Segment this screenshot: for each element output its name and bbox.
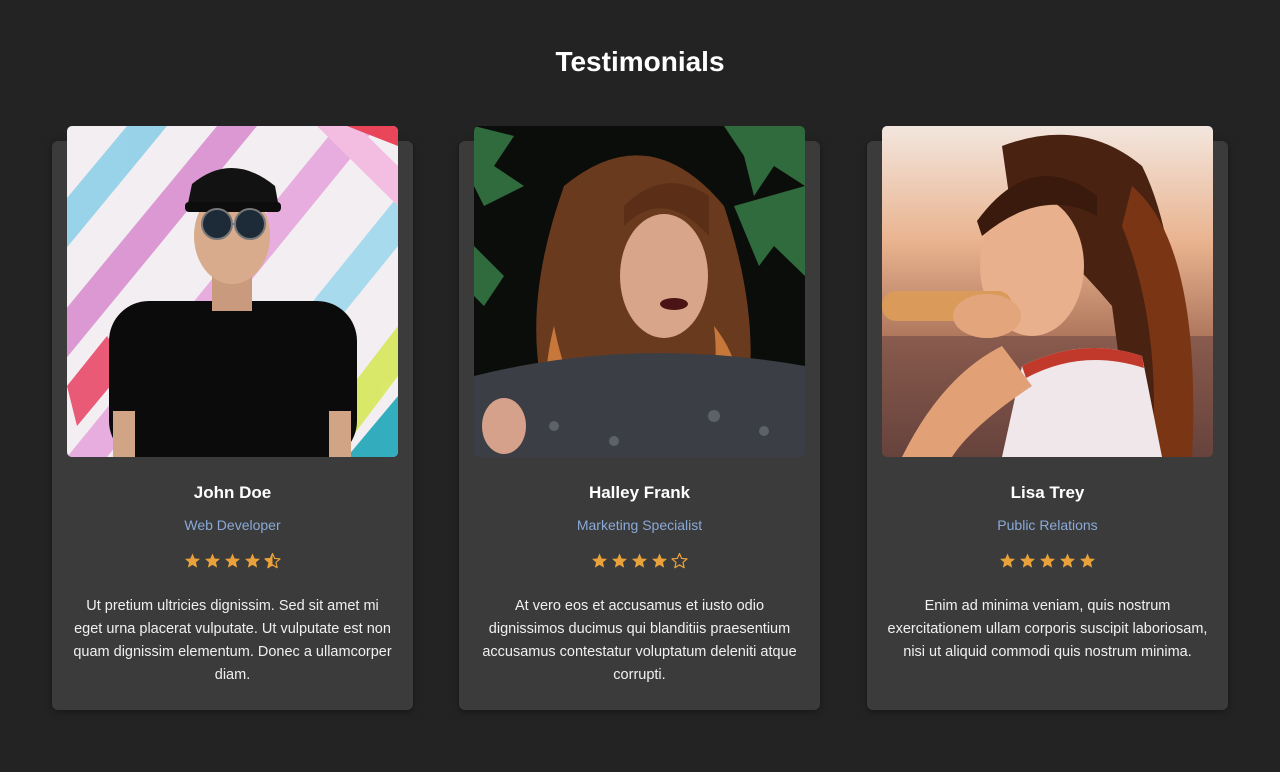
empty-star-icon — [670, 552, 689, 570]
person-role: Web Developer — [184, 517, 281, 533]
testimonial-cards: John Doe Web Developer Ut pretium ultric… — [52, 126, 1228, 710]
star-icon — [650, 552, 669, 570]
profile-photo — [67, 126, 398, 457]
star-icon — [1018, 552, 1037, 570]
page-title: Testimonials — [555, 46, 725, 77]
star-icon — [1078, 552, 1097, 570]
person-name: John Doe — [193, 483, 272, 502]
testimonial-text: At vero eos et accusamus et iusto odio d… — [482, 598, 797, 683]
star-icon — [610, 552, 629, 570]
testimonial-card: Halley Frank Marketing Specialist At ver… — [459, 126, 820, 710]
person-role: Public Relations — [997, 517, 1098, 533]
person-name: Halley Frank — [588, 483, 691, 502]
person-role: Marketing Specialist — [576, 517, 703, 533]
testimonial-text: Enim ad minima veniam, quis nostrum exer… — [887, 598, 1208, 660]
testimonial-card: Lisa Trey Public Relations Enim ad minim… — [867, 126, 1228, 710]
testimonial-card: John Doe Web Developer Ut pretium ultric… — [52, 126, 413, 710]
star-icon — [630, 552, 649, 570]
star-icon — [998, 552, 1017, 570]
star-icon — [1058, 552, 1077, 570]
profile-photo — [474, 126, 805, 457]
star-rating — [52, 552, 413, 580]
testimonial-text: Ut pretium ultricies dignissim. Sed sit … — [73, 598, 392, 683]
half-star-icon — [263, 552, 282, 570]
star-icon — [590, 552, 609, 570]
star-rating — [867, 552, 1228, 580]
star-icon — [223, 552, 242, 570]
star-icon — [203, 552, 222, 570]
star-icon — [183, 552, 202, 570]
star-icon — [1038, 552, 1057, 570]
star-rating — [459, 552, 820, 580]
person-name: Lisa Trey — [1010, 483, 1085, 502]
profile-photo — [882, 126, 1213, 457]
star-icon — [243, 552, 262, 570]
